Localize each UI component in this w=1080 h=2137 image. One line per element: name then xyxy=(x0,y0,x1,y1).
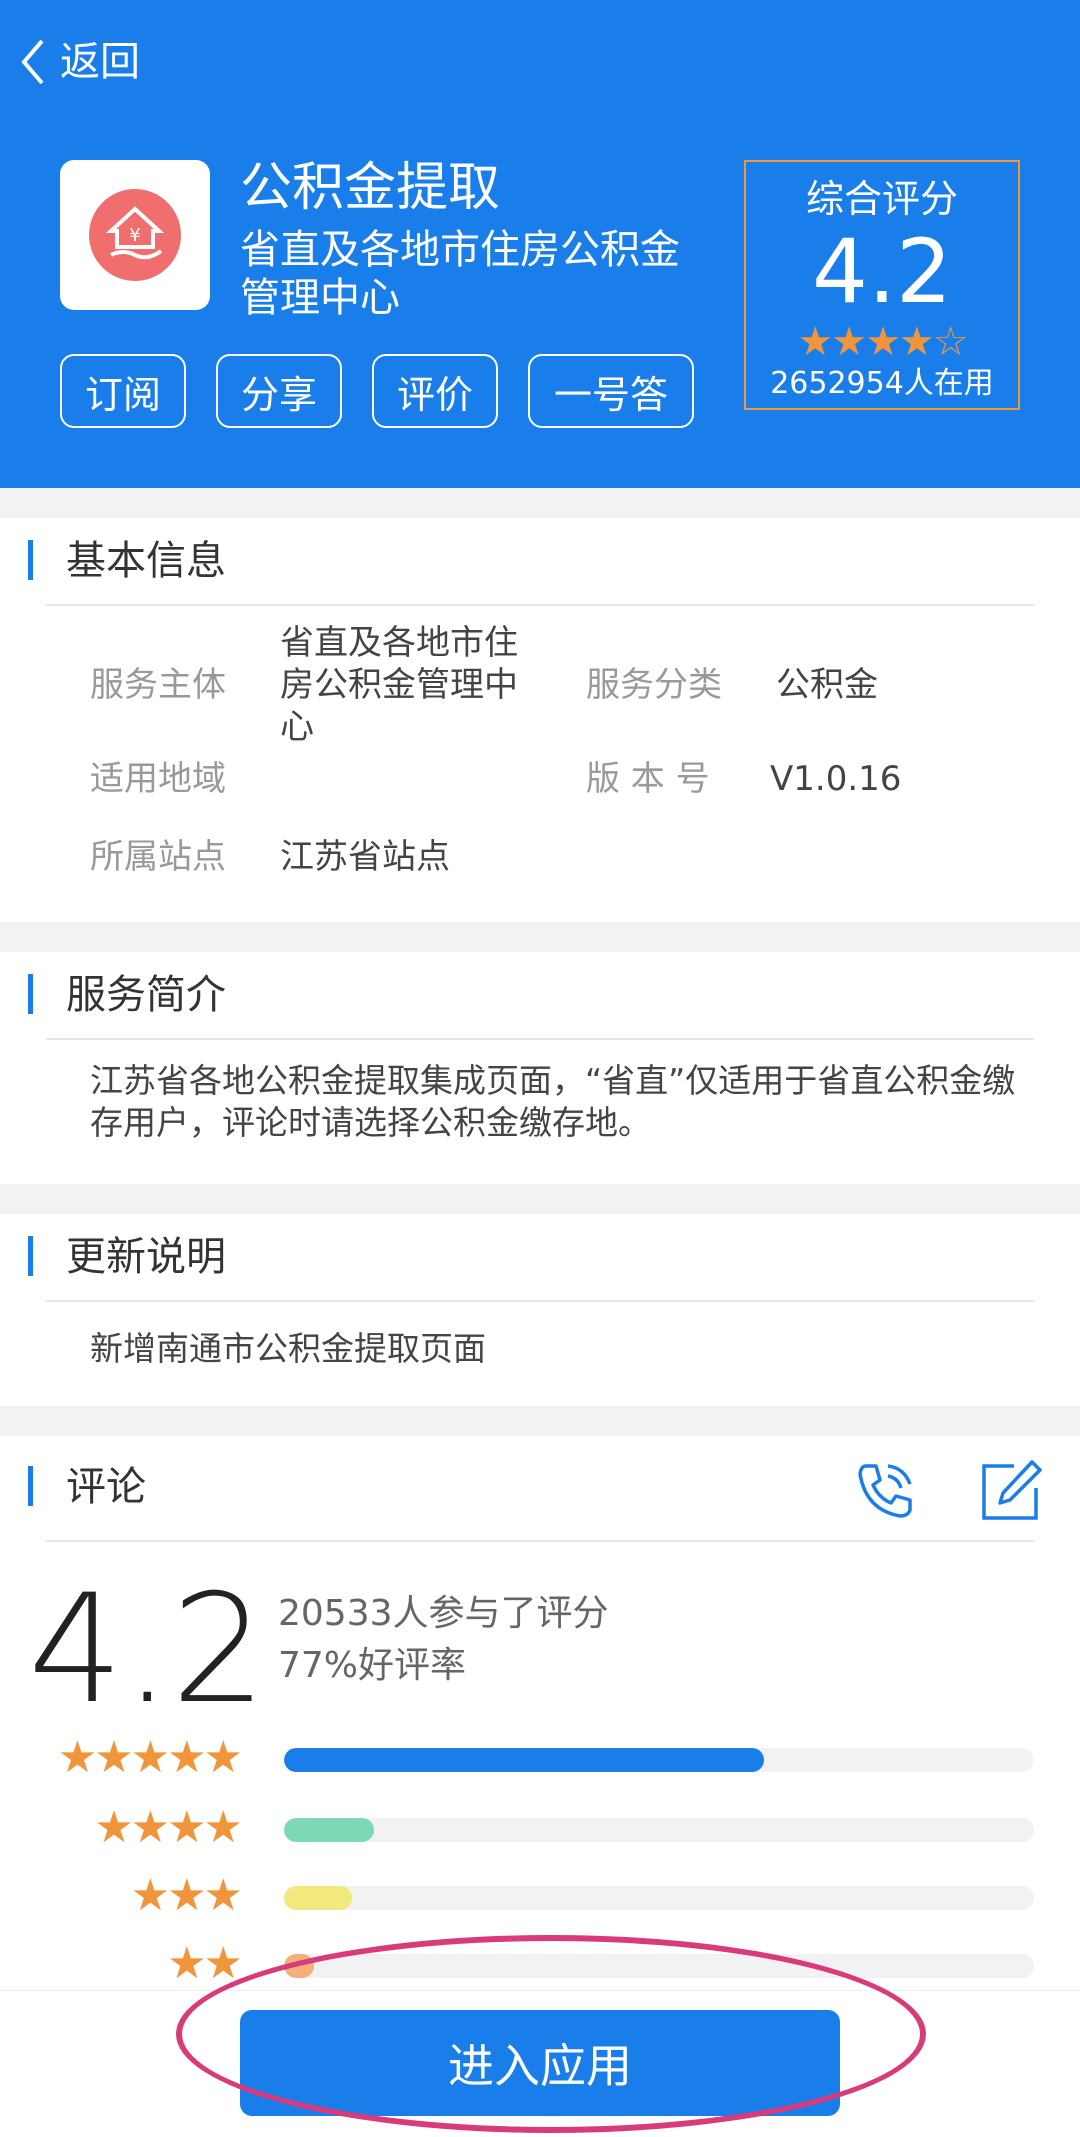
app-name: 公积金提取 xyxy=(240,158,501,218)
enter-app-button[interactable]: 进入应用 xyxy=(240,2010,840,2116)
rating-row-fill xyxy=(284,1886,352,1910)
section-header: 更新说明 xyxy=(0,1214,1080,1304)
section-header: 基本信息 xyxy=(0,518,1080,608)
section-header: 评论 xyxy=(0,1436,1080,1546)
update-text: 新增南通市公积金提取页面 xyxy=(90,1329,486,1368)
site-value: 江苏省站点 xyxy=(280,837,450,877)
rating-row-stars: ★★★★ xyxy=(94,1802,243,1853)
service-category-label: 服务分类 xyxy=(586,665,722,705)
house-hand-icon: ¥ xyxy=(89,189,181,281)
app-organization: 省直及各地市住房公积金管理中心 xyxy=(240,227,680,321)
overall-score-box: 综合评分 4.2 ★★★★☆ 2652954人在用 xyxy=(744,160,1020,410)
score-stars: ★★★★☆ xyxy=(797,319,968,365)
section-accent-bar xyxy=(28,974,33,1014)
section-title: 评论 xyxy=(66,1464,146,1510)
rating-row-stars: ★★★ xyxy=(130,1870,243,1921)
chevron-left-icon xyxy=(21,39,44,85)
app-header: 返回 ¥ 公积金提取 省直及各地市住房公积金管理中心 订阅 分享 评价 一号答 … xyxy=(0,0,1080,488)
comments-section: 评论 4.2 20533人参与了评分 77%好评率 ★★★★★ ★★★★ ★★★ ★★ xyxy=(0,1436,1080,1990)
rating-row-track xyxy=(284,1886,1034,1910)
intro-section: 服务简介 江苏省各地公积金提取集成页面，“省直”仅适用于省直公积金缴存用户，评论… xyxy=(0,952,1080,1184)
score-label: 综合评分 xyxy=(805,177,958,221)
back-button[interactable]: 返回 xyxy=(18,32,140,92)
basic-info-section: 基本信息 服务主体 省直及各地市住房公积金管理中心 服务分类 公积金 适用地域 … xyxy=(0,518,1080,922)
divider xyxy=(46,1540,1034,1542)
rating-row-fill xyxy=(284,1748,764,1772)
service-category-value: 公积金 xyxy=(776,665,878,705)
edit-icon[interactable] xyxy=(978,1458,1044,1524)
rate-button[interactable]: 评价 xyxy=(372,354,498,428)
rating-row-track xyxy=(284,1748,1034,1772)
section-accent-bar xyxy=(28,540,33,580)
site-label: 所属站点 xyxy=(90,837,226,877)
section-header: 服务简介 xyxy=(0,952,1080,1042)
update-section: 更新说明 新增南通市公积金提取页面 xyxy=(0,1214,1080,1406)
app-icon: ¥ xyxy=(60,160,210,310)
service-subject-label: 服务主体 xyxy=(90,665,226,705)
rating-summary: 20533人参与了评分 77%好评率 xyxy=(278,1588,609,1692)
region-label: 适用地域 xyxy=(90,759,226,799)
version-value: V1.0.16 xyxy=(770,759,902,799)
share-button[interactable]: 分享 xyxy=(216,354,342,428)
phone-icon[interactable] xyxy=(852,1458,918,1524)
rating-row-stars: ★★ xyxy=(167,1938,243,1989)
section-title: 更新说明 xyxy=(66,1234,226,1280)
rating-value: 4.2 xyxy=(28,1563,267,1737)
version-label: 版 本 号 xyxy=(586,759,710,799)
good-rate: 77%好评率 xyxy=(278,1645,467,1686)
one-answer-button[interactable]: 一号答 xyxy=(528,354,694,428)
subscribe-button[interactable]: 订阅 xyxy=(60,354,186,428)
svg-text:¥: ¥ xyxy=(129,225,140,246)
score-value: 4.2 xyxy=(812,220,952,323)
divider xyxy=(46,1038,1034,1040)
rating-row-fill xyxy=(284,1818,374,1842)
intro-text: 江苏省各地公积金提取集成页面，“省直”仅适用于省直公积金缴存用户，评论时请选择公… xyxy=(90,1061,1016,1142)
participants-count: 20533人参与了评分 xyxy=(278,1593,609,1634)
user-count: 2652954人在用 xyxy=(770,366,994,401)
rating-row-fill xyxy=(284,1954,314,1978)
back-label: 返回 xyxy=(60,39,140,85)
service-subject-value: 省直及各地市住房公积金管理中心 xyxy=(280,623,518,747)
rating-row-track xyxy=(284,1954,1034,1978)
divider xyxy=(46,604,1034,606)
section-title: 基本信息 xyxy=(66,538,226,584)
section-title: 服务简介 xyxy=(66,972,226,1018)
section-accent-bar xyxy=(28,1466,33,1506)
section-accent-bar xyxy=(28,1236,33,1276)
rating-row-track xyxy=(284,1818,1034,1842)
rating-row-stars: ★★★★★ xyxy=(57,1732,243,1783)
divider xyxy=(46,1300,1034,1302)
